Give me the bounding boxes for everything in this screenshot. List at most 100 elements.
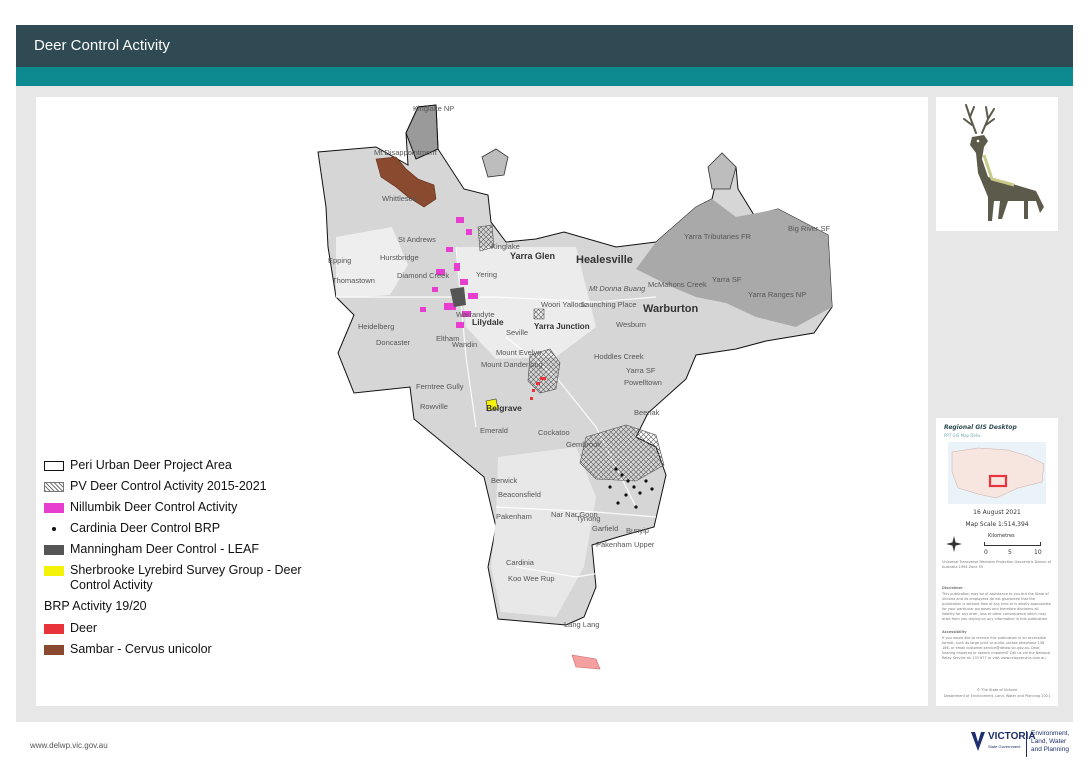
department-line: and Planning bbox=[1031, 746, 1069, 753]
legend-label: Peri Urban Deer Project Area bbox=[70, 458, 232, 472]
label-yarra-glen: Yarra Glen bbox=[510, 251, 555, 261]
legend-item-deer: Deer bbox=[44, 621, 314, 636]
disclaimer-text: This publication may be of assistance to… bbox=[942, 592, 1051, 621]
info-km-label: Kilometres bbox=[988, 533, 1015, 539]
legend-label: Sherbrooke Lyrebird Survey Group - Deer … bbox=[70, 563, 302, 592]
label-yarra-junction: Yarra Junction bbox=[534, 322, 590, 331]
department-line: Land, Water bbox=[1031, 738, 1067, 745]
label-yarra-ranges: Yarra Ranges NP bbox=[748, 290, 806, 299]
deer-icon bbox=[963, 104, 1044, 221]
legend-swatch-manningham bbox=[44, 545, 64, 555]
label-hurstbridge: Hurstbridge bbox=[380, 253, 419, 262]
header-bar: Deer Control Activity bbox=[16, 25, 1073, 67]
label-mt-disappointment: Mt Disappointment bbox=[374, 148, 437, 157]
offshore-patch bbox=[571, 654, 601, 670]
legend-item-project-area: Peri Urban Deer Project Area bbox=[44, 458, 314, 473]
label-big-river: Big River SF bbox=[788, 224, 831, 233]
label-garfield: Garfield bbox=[592, 524, 618, 533]
legend-label: Manningham Deer Control - LEAF bbox=[70, 542, 259, 556]
legend-label: Sambar - Cervus unicolor bbox=[70, 642, 212, 656]
label-warburton: Warburton bbox=[643, 303, 698, 315]
deer-illustration-panel bbox=[936, 97, 1058, 231]
label-mcmahons: McMahons Creek bbox=[648, 280, 707, 289]
label-yarra-tributaries: Yarra Tributaries FR bbox=[684, 232, 752, 241]
victoria-government-logo: VICTORIA State Government Environment, L… bbox=[970, 727, 1076, 761]
label-yering: Yering bbox=[476, 270, 497, 279]
label-pakenham-upper: Pakenham Upper bbox=[596, 540, 655, 549]
legend-item-cardinia: Cardinia Deer Control BRP bbox=[44, 521, 314, 536]
label-epping: Epping bbox=[328, 256, 351, 265]
legend-swatch-cardinia bbox=[44, 524, 64, 534]
legend-swatch-sherbrooke bbox=[44, 566, 64, 576]
label-healesville: Healesville bbox=[576, 254, 633, 266]
label-wesburn: Wesburn bbox=[616, 320, 646, 329]
accessibility-text: If you would like to receive this public… bbox=[942, 636, 1051, 660]
label-beaconsfield: Beaconsfield bbox=[498, 490, 541, 499]
label-seville: Seville bbox=[506, 328, 528, 337]
label-launching-place: Launching Place bbox=[581, 300, 636, 309]
map-legend: Peri Urban Deer Project Area PV Deer Con… bbox=[44, 458, 314, 663]
victoria-logo-icon bbox=[971, 732, 985, 751]
label-kinglake: Kinglake NP bbox=[413, 104, 454, 113]
label-tynong: Tynong bbox=[576, 514, 601, 523]
header-accent-band bbox=[16, 67, 1073, 86]
label-beenak: Beenak bbox=[634, 408, 660, 417]
label-emerald: Emerald bbox=[480, 426, 508, 435]
scale-tick: 10 bbox=[1034, 549, 1042, 556]
label-lang-lang: Lang Lang bbox=[564, 620, 599, 629]
legend-swatch-deer bbox=[44, 624, 64, 634]
north-arrow-icon bbox=[946, 536, 962, 552]
department-credit: Department of Environment, Land, Water a… bbox=[943, 694, 1051, 698]
label-wandin: Wandin bbox=[452, 340, 477, 349]
legend-item-sambar: Sambar - Cervus unicolor bbox=[44, 642, 314, 657]
projection-note: Universal Transverse Mercator Projection… bbox=[942, 560, 1052, 569]
map-info-panel: Regional GIS Desktop PPT GIS Map Deliv 1… bbox=[936, 418, 1058, 706]
legend-label: PV Deer Control Activity 2015-2021 bbox=[70, 479, 267, 493]
label-yarra-sf-2: Yarra SF bbox=[626, 366, 656, 375]
logo-main-text: VICTORIA bbox=[988, 731, 1036, 742]
page-title: Deer Control Activity bbox=[34, 37, 170, 54]
northeast-patch bbox=[707, 152, 737, 190]
scale-tick: 0 bbox=[984, 549, 988, 556]
label-doncaster: Doncaster bbox=[376, 338, 411, 347]
scale-tick: 5 bbox=[1008, 549, 1012, 556]
legend-item-sherbrooke: Sherbrooke Lyrebird Survey Group - Deer … bbox=[44, 563, 314, 593]
legend-label: Nillumbik Deer Control Activity bbox=[70, 500, 238, 514]
scale-bar bbox=[984, 542, 1041, 546]
legend-swatch-sambar bbox=[44, 645, 64, 655]
label-mount-evelyn: Mount Evelyn bbox=[496, 348, 541, 357]
label-hoddles-creek: Hoddles Creek bbox=[594, 352, 644, 361]
legend-label: Deer bbox=[70, 621, 98, 635]
info-date: 16 August 2021 bbox=[973, 509, 1021, 516]
label-kinglake-2: Kinglake bbox=[491, 242, 520, 251]
legend-item-manningham: Manningham Deer Control - LEAF bbox=[44, 542, 314, 557]
label-yarra-sf: Yarra SF bbox=[712, 275, 742, 284]
legend-swatch-pv-activity bbox=[44, 482, 64, 492]
info-scale: Map Scale 1:514,394 bbox=[965, 521, 1029, 528]
label-ferntree-gully: Ferntree Gully bbox=[416, 382, 464, 391]
logo-divider bbox=[1026, 731, 1027, 757]
label-rowville: Rowville bbox=[420, 402, 448, 411]
legend-swatch-project-area bbox=[44, 461, 64, 471]
label-lilydale: Lilydale bbox=[472, 317, 504, 327]
department-line: Environment, bbox=[1031, 730, 1070, 737]
footer-url[interactable]: www.delwp.vic.gov.au bbox=[30, 741, 108, 750]
legend-item-pv-activity: PV Deer Control Activity 2015-2021 bbox=[44, 479, 314, 494]
legend-label: Cardinia Deer Control BRP bbox=[70, 521, 221, 535]
label-heidelberg: Heidelberg bbox=[358, 322, 394, 331]
map-panel[interactable]: Kinglake NP Mt Disappointment Whittlesea… bbox=[36, 97, 928, 706]
label-whittlesea: Whittlesea bbox=[382, 194, 418, 203]
legend-heading: BRP Activity 19/20 bbox=[44, 599, 147, 613]
accessibility-title: Accessibility bbox=[942, 630, 967, 634]
label-belgrave: Belgrave bbox=[486, 403, 522, 413]
label-gembrook: Gembrook bbox=[566, 440, 601, 449]
locator-map bbox=[948, 442, 1046, 504]
info-title: Regional GIS Desktop bbox=[944, 424, 1017, 431]
legend-swatch-nillumbik bbox=[44, 503, 64, 513]
label-cardinia: Cardinia bbox=[506, 558, 535, 567]
label-pakenham: Pakenham bbox=[496, 512, 532, 521]
department-name: Environment, Land, Water and Planning bbox=[1031, 730, 1069, 754]
label-mount-dandenong: Mount Dandenong bbox=[481, 360, 543, 369]
disclaimer-title: Disclaimer bbox=[942, 586, 963, 590]
logo-sub-text: State Government bbox=[988, 744, 1021, 749]
